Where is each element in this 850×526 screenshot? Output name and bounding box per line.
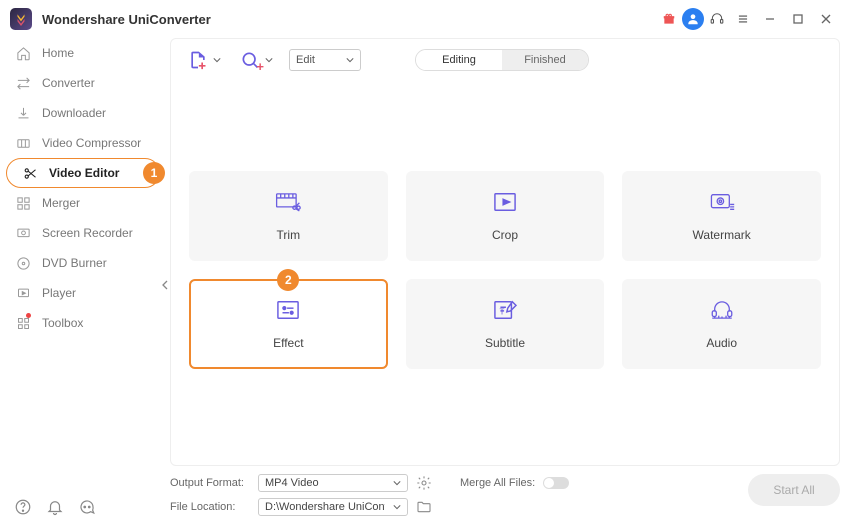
close-button[interactable] <box>812 5 840 33</box>
file-location-label: File Location: <box>170 501 250 513</box>
crop-icon <box>492 191 518 218</box>
output-format-label: Output Format: <box>170 477 250 489</box>
chevron-down-icon[interactable] <box>265 56 275 64</box>
menu-icon[interactable] <box>730 6 756 32</box>
compress-icon <box>14 136 32 151</box>
tile-audio[interactable]: Audio <box>622 279 821 369</box>
file-location-select[interactable]: D:\Wondershare UniConverter 1 <box>258 498 408 516</box>
sidebar-item-compressor[interactable]: Video Compressor <box>0 128 164 158</box>
gift-icon[interactable] <box>656 6 682 32</box>
chevron-down-icon[interactable] <box>213 56 223 64</box>
tile-crop[interactable]: Crop <box>406 171 605 261</box>
maximize-button[interactable] <box>784 5 812 33</box>
sidebar-item-label: Downloader <box>42 106 106 120</box>
merger-icon <box>14 196 32 211</box>
settings-icon[interactable] <box>416 475 432 491</box>
download-icon <box>14 106 32 121</box>
sidebar-item-downloader[interactable]: Downloader <box>0 98 164 128</box>
app-title: Wondershare UniConverter <box>42 12 211 27</box>
disc-icon <box>14 256 32 271</box>
trim-icon <box>275 191 301 218</box>
sidebar-item-dvd-burner[interactable]: DVD Burner <box>0 248 164 278</box>
watermark-icon <box>709 191 735 218</box>
tile-trim[interactable]: Trim <box>189 171 388 261</box>
sidebar-item-label: DVD Burner <box>42 256 107 270</box>
sidebar-item-home[interactable]: Home <box>0 38 164 68</box>
scissors-icon <box>21 166 39 181</box>
svg-text:T: T <box>499 307 504 316</box>
tile-effect[interactable]: 2 Effect <box>189 279 388 369</box>
tile-label: Crop <box>492 228 518 242</box>
tool-grid: Trim Crop Watermark 2 Effect T Subtitle … <box>171 81 839 369</box>
play-icon <box>14 286 32 301</box>
sidebar-item-label: Video Compressor <box>42 136 141 150</box>
tile-label: Effect <box>273 336 303 350</box>
folder-icon[interactable] <box>416 499 432 515</box>
tile-watermark[interactable]: Watermark <box>622 171 821 261</box>
sidebar-item-label: Player <box>42 286 76 300</box>
toolbar: + Edit Editing Finished <box>171 39 839 81</box>
minimize-button[interactable] <box>756 5 784 33</box>
user-avatar-icon[interactable] <box>682 8 704 30</box>
audio-icon <box>709 299 735 326</box>
callout-badge-2: 2 <box>277 269 299 291</box>
help-icon[interactable] <box>14 498 32 516</box>
tile-label: Trim <box>277 228 301 242</box>
sidebar-item-label: Merger <box>42 196 80 210</box>
merge-toggle[interactable] <box>543 477 569 489</box>
home-icon <box>14 46 32 61</box>
tile-label: Subtitle <box>485 336 525 350</box>
mode-select[interactable]: Edit <box>289 49 361 71</box>
subtitle-icon: T <box>492 299 518 326</box>
sidebar-item-label: Converter <box>42 76 95 90</box>
main-panel: + Edit Editing Finished Trim Crop Waterm… <box>170 38 840 466</box>
effect-icon <box>275 299 301 326</box>
sidebar-item-converter[interactable]: Converter <box>0 68 164 98</box>
notification-dot <box>26 313 31 318</box>
mode-select-label: Edit <box>296 54 315 66</box>
sidebar-item-video-editor[interactable]: Video Editor1 <box>6 158 160 188</box>
tab-editing[interactable]: Editing <box>416 50 502 70</box>
sidebar-item-label: Video Editor <box>49 166 119 180</box>
sidebar-item-toolbox[interactable]: Toolbox <box>0 308 164 338</box>
sidebar-item-label: Toolbox <box>42 316 83 330</box>
record-icon <box>14 226 32 241</box>
bottom-bar: Output Format: MP4 Video Merge All Files… <box>170 470 840 520</box>
add-url-button[interactable]: + <box>237 47 263 73</box>
tab-finished[interactable]: Finished <box>502 50 588 70</box>
status-tabs: Editing Finished <box>415 49 589 71</box>
bell-icon[interactable] <box>46 498 64 516</box>
sidebar-item-label: Home <box>42 46 74 60</box>
feedback-icon[interactable] <box>78 498 96 516</box>
sidebar: Home Converter Downloader Video Compress… <box>0 38 164 498</box>
app-logo <box>10 8 32 30</box>
sidebar-item-merger[interactable]: Merger <box>0 188 164 218</box>
callout-badge-1: 1 <box>143 162 165 184</box>
support-icon[interactable] <box>704 6 730 32</box>
add-file-button[interactable] <box>185 47 211 73</box>
tile-label: Audio <box>706 336 737 350</box>
merge-label: Merge All Files: <box>460 477 535 489</box>
converter-icon <box>14 76 32 91</box>
sidebar-item-screen-recorder[interactable]: Screen Recorder <box>0 218 164 248</box>
start-all-button[interactable]: Start All <box>748 474 840 506</box>
sidebar-item-label: Screen Recorder <box>42 226 133 240</box>
sidebar-item-player[interactable]: Player <box>0 278 164 308</box>
tile-label: Watermark <box>693 228 751 242</box>
tile-subtitle[interactable]: T Subtitle <box>406 279 605 369</box>
output-format-select[interactable]: MP4 Video <box>258 474 408 492</box>
